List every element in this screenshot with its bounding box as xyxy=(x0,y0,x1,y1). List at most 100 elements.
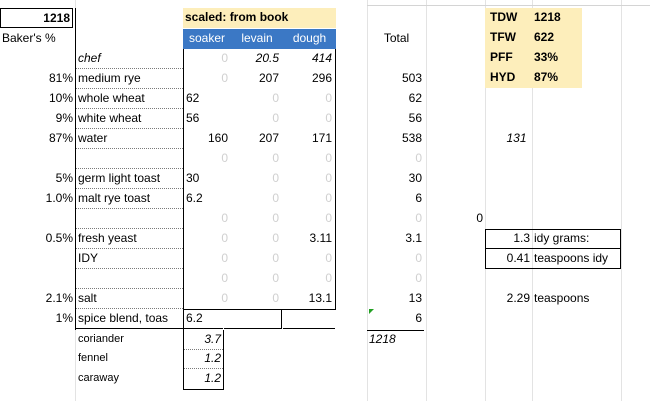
dough-cell[interactable]: 0 xyxy=(283,189,334,209)
total-cell[interactable]: 538 xyxy=(367,129,424,149)
soaker-cell[interactable]: 0 xyxy=(184,69,230,89)
pct-cell[interactable]: 81% xyxy=(0,69,75,89)
total-cell[interactable]: 6 xyxy=(367,309,424,329)
dough-cell[interactable]: 0 xyxy=(283,109,334,129)
pct-cell[interactable]: 10% xyxy=(0,89,75,109)
total-cell[interactable]: 0 xyxy=(367,269,424,289)
salt-teaspoons-value[interactable]: 2.29 xyxy=(486,289,532,309)
dough-cell[interactable]: 0 xyxy=(283,209,334,229)
row-label[interactable]: whole wheat xyxy=(76,89,183,109)
row-label[interactable]: salt xyxy=(76,289,183,309)
header-levain[interactable]: levain xyxy=(231,29,283,49)
soaker-cell[interactable]: 160 xyxy=(184,129,230,149)
total-cell[interactable]: 503 xyxy=(367,69,424,89)
spice-empty-cell[interactable] xyxy=(224,309,282,329)
soaker-cell[interactable]: 0 xyxy=(184,269,230,289)
soaker-cell[interactable]: 62 xyxy=(184,89,230,109)
levain-cell[interactable]: 0 xyxy=(231,289,281,309)
soaker-cell[interactable]: 0 xyxy=(184,229,230,249)
total-cell[interactable]: 62 xyxy=(367,89,424,109)
pct-cell[interactable]: 1.0% xyxy=(0,189,75,209)
soaker-cell[interactable]: 6.2 xyxy=(184,309,223,329)
levain-cell[interactable]: 0 xyxy=(231,169,281,189)
pct-cell[interactable]: 5% xyxy=(0,169,75,189)
levain-cell[interactable]: 0 xyxy=(231,109,281,129)
dough-cell[interactable]: 0 xyxy=(283,169,334,189)
summary-value: 622 xyxy=(534,30,555,44)
row-label[interactable]: germ light toast xyxy=(76,169,183,189)
row-label[interactable]: fresh yeast xyxy=(76,229,183,249)
total-cell[interactable]: 0 xyxy=(367,149,424,169)
levain-cell[interactable]: 20.5 xyxy=(231,49,281,69)
soaker-cell[interactable]: 6.2 xyxy=(184,189,230,209)
row-label[interactable] xyxy=(76,269,183,289)
levain-cell[interactable]: 0 xyxy=(231,149,281,169)
summary-value: 87% xyxy=(534,70,559,84)
bakers-percent-label: Baker's % xyxy=(2,31,56,45)
row-label[interactable] xyxy=(76,209,183,229)
total-cell[interactable]: 3.1 xyxy=(367,229,424,249)
dough-cell[interactable]: 171 xyxy=(283,129,334,149)
total-cell[interactable]: 56 xyxy=(367,109,424,129)
row-label[interactable]: caraway xyxy=(76,369,183,389)
dough-cell[interactable]: 13.1 xyxy=(283,289,334,309)
row-label[interactable]: IDY xyxy=(76,249,183,269)
row-label[interactable]: malt rye toast xyxy=(76,189,183,209)
levain-cell[interactable]: 0 xyxy=(231,249,281,269)
total-cell[interactable]: 0 xyxy=(367,249,424,269)
levain-cell[interactable]: 0 xyxy=(231,229,281,249)
total-cell[interactable]: 30 xyxy=(367,169,424,189)
levain-cell[interactable]: 0 xyxy=(231,189,281,209)
total-cell[interactable]: 6 xyxy=(367,189,424,209)
soaker-cell[interactable]: 3.7 xyxy=(184,330,223,350)
summary-value: 1218 xyxy=(534,10,561,24)
pct-cell[interactable]: 9% xyxy=(0,109,75,129)
row-label[interactable]: white wheat xyxy=(76,109,183,129)
levain-cell[interactable]: 207 xyxy=(231,129,281,149)
pct-cell[interactable]: 2.1% xyxy=(0,289,75,309)
dough-cell[interactable]: 0 xyxy=(283,269,334,289)
soaker-cell[interactable]: 0 xyxy=(184,249,230,269)
dough-cell[interactable]: 296 xyxy=(283,69,334,89)
idy-teaspoons-value[interactable]: 0.41 xyxy=(486,249,532,269)
row-label[interactable]: medium rye xyxy=(76,69,183,89)
grand-total-cell[interactable]: 1218 xyxy=(367,330,424,350)
row-label[interactable]: water xyxy=(76,129,183,149)
soaker-cell[interactable]: 30 xyxy=(184,169,230,189)
soaker-cell[interactable]: 1.2 xyxy=(184,349,223,369)
pct-cell[interactable]: 0.5% xyxy=(0,229,75,249)
levain-cell[interactable]: 0 xyxy=(231,209,281,229)
row-label[interactable]: spice blend, toas xyxy=(76,309,183,329)
levain-cell[interactable]: 207 xyxy=(231,69,281,89)
extra-cell[interactable]: 0 xyxy=(426,209,485,229)
row-label[interactable]: chef xyxy=(76,49,183,69)
levain-cell[interactable]: 0 xyxy=(231,89,281,109)
levain-cell[interactable]: 0 xyxy=(231,269,281,289)
soaker-cell[interactable]: 0 xyxy=(184,209,230,229)
row-label[interactable]: coriander xyxy=(76,330,183,350)
row-label[interactable] xyxy=(76,149,183,169)
idy-grams-value[interactable]: 1.3 xyxy=(486,229,532,249)
extra-cell[interactable]: 131 xyxy=(485,129,548,149)
dough-cell[interactable]: 0 xyxy=(283,149,334,169)
cell-top-value[interactable]: 1218 xyxy=(0,8,73,28)
dough-cell[interactable]: 0 xyxy=(283,89,334,109)
dough-cell[interactable]: 3.11 xyxy=(283,229,334,249)
dough-cell[interactable]: 0 xyxy=(283,249,334,269)
spice-empty-cell[interactable] xyxy=(283,309,335,329)
pct-cell[interactable]: 87% xyxy=(0,129,75,149)
pct-cell[interactable]: 1% xyxy=(0,309,75,329)
total-cell[interactable]: 0 xyxy=(367,209,424,229)
header-dough[interactable]: dough xyxy=(283,29,336,49)
header-soaker[interactable]: soaker xyxy=(183,29,231,49)
soaker-cell[interactable]: 1.2 xyxy=(184,369,223,389)
soaker-cell[interactable]: 0 xyxy=(184,289,230,309)
soaker-cell[interactable]: 0 xyxy=(184,49,230,69)
border-line xyxy=(335,49,336,309)
gridline xyxy=(426,0,427,401)
soaker-cell[interactable]: 0 xyxy=(184,149,230,169)
soaker-cell[interactable]: 56 xyxy=(184,109,230,129)
total-cell[interactable]: 13 xyxy=(367,289,424,309)
row-label[interactable]: fennel xyxy=(76,349,183,369)
dough-cell[interactable]: 414 xyxy=(283,49,334,69)
